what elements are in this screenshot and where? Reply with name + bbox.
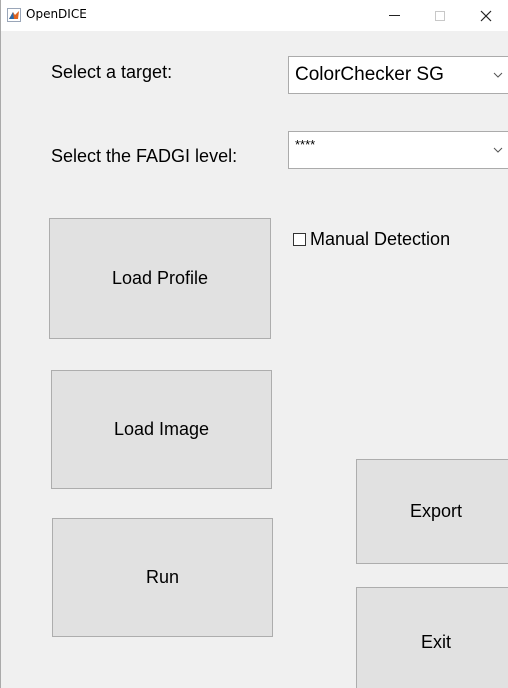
fadgi-dropdown[interactable]: **** bbox=[288, 131, 508, 169]
export-button[interactable]: Export bbox=[356, 459, 508, 564]
fadgi-label: Select the FADGI level: bbox=[51, 146, 238, 166]
run-button[interactable]: Run bbox=[52, 518, 273, 637]
target-label: Select a target: bbox=[51, 62, 173, 82]
close-icon bbox=[480, 10, 492, 21]
minimize-icon bbox=[388, 15, 400, 16]
target-selected-value: ColorChecker SG bbox=[295, 64, 444, 85]
manual-detection-label: Manual Detection bbox=[310, 229, 451, 249]
minimize-button[interactable] bbox=[371, 0, 417, 31]
checkbox-icon[interactable] bbox=[293, 233, 306, 246]
app-window: OpenDICE Select a target: ColorChecker S… bbox=[0, 0, 508, 688]
exit-button[interactable]: Exit bbox=[356, 587, 508, 688]
fadgi-selected-value: **** bbox=[295, 137, 316, 152]
maximize-icon bbox=[435, 10, 445, 21]
close-button[interactable] bbox=[463, 0, 508, 31]
manual-detection-checkbox[interactable]: Manual Detection bbox=[293, 229, 450, 250]
load-image-button[interactable]: Load Image bbox=[51, 370, 272, 489]
title-bar: OpenDICE bbox=[1, 0, 508, 31]
maximize-button[interactable] bbox=[417, 0, 463, 31]
load-profile-button[interactable]: Load Profile bbox=[49, 218, 271, 339]
chevron-down-icon bbox=[493, 72, 503, 78]
window-title: OpenDICE bbox=[26, 7, 87, 21]
matlab-icon bbox=[7, 8, 21, 22]
chevron-down-icon bbox=[493, 147, 503, 153]
target-dropdown[interactable]: ColorChecker SG bbox=[288, 56, 508, 94]
